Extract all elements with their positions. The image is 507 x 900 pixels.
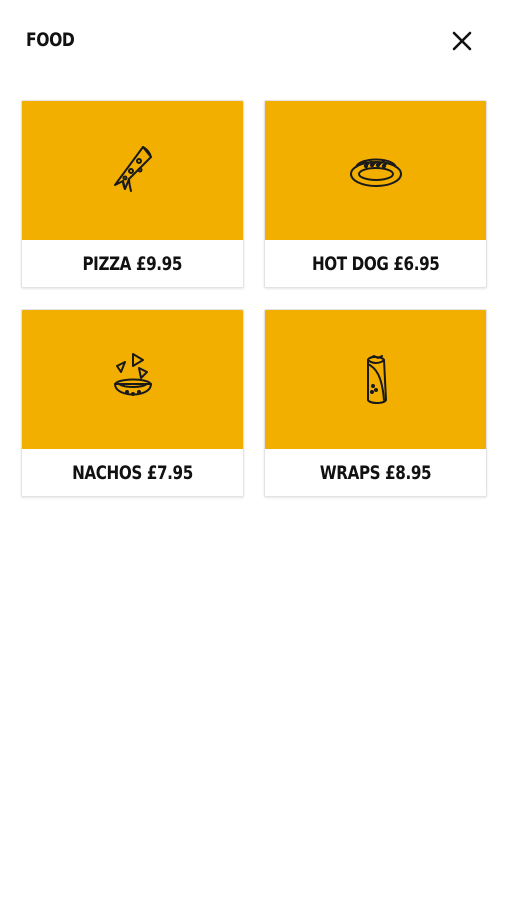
food-card-label-text: HOT DOG £6.95: [311, 253, 440, 275]
food-card-hot-dog[interactable]: HOT DOG £6.95: [264, 100, 487, 288]
food-card-pizza[interactable]: PIZZA £9.95: [21, 100, 244, 288]
wrap-icon: [366, 354, 387, 404]
food-card-label-text: WRAPS £8.95: [319, 462, 432, 484]
food-card-label: PIZZA £9.95: [22, 240, 243, 287]
pizza-slice-icon: [113, 145, 152, 192]
food-card-label-text: NACHOS £7.95: [72, 462, 193, 484]
food-card-nachos[interactable]: NACHOS £7.95: [21, 309, 244, 497]
food-grid: PIZZA £9.95 HOT DOG £6.95 NACHOS £7.95 W…: [21, 100, 487, 497]
nachos-icon: [113, 352, 152, 396]
food-card-label: NACHOS £7.95: [22, 449, 243, 496]
close-button[interactable]: [446, 25, 478, 57]
food-card-label-text: PIZZA £9.95: [82, 253, 183, 275]
food-card-label: WRAPS £8.95: [265, 449, 486, 496]
food-card-wraps[interactable]: WRAPS £8.95: [264, 309, 487, 497]
food-card-image: [22, 310, 243, 449]
close-icon: [452, 31, 472, 51]
food-card-image: [22, 101, 243, 240]
food-card-label: HOT DOG £6.95: [265, 240, 486, 287]
page-title: FOOD: [26, 29, 75, 51]
food-card-image: [265, 310, 486, 449]
header: FOOD: [0, 0, 507, 82]
food-card-image: [265, 101, 486, 240]
hot-dog-icon: [349, 158, 402, 187]
